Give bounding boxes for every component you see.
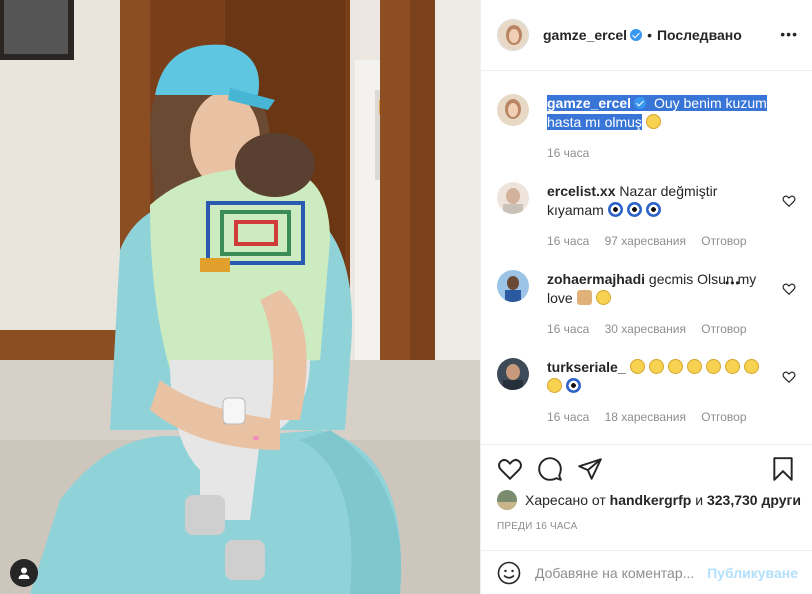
save-bookmark-icon[interactable] <box>770 456 796 482</box>
heart-eyes-emoji-icon <box>724 359 740 374</box>
comment-avatar[interactable] <box>497 358 529 390</box>
comments-list: gamze_ercel Ouy benim kuzum hasta mı olm… <box>481 72 812 444</box>
post-sidebar: gamze_ercel • Последвано ••• gamze_ercel… <box>480 0 812 594</box>
comment-bubble-icon[interactable] <box>537 456 563 482</box>
reply-button[interactable]: Отговор <box>701 322 746 336</box>
avatar-image <box>497 358 529 390</box>
comment-time[interactable]: 16 часа <box>547 234 589 248</box>
liker-username[interactable]: handkergrfp <box>610 492 692 508</box>
comment-item: ercelist.xx Nazar değmiştir kıyamam 16 ч… <box>497 182 796 252</box>
instagram-post-modal: gamze_ercel • Последвано ••• gamze_ercel… <box>0 0 812 594</box>
sad-face-emoji-icon <box>645 114 661 129</box>
praying-hands-emoji-icon <box>576 290 592 305</box>
emoji-picker-icon[interactable] <box>497 561 521 585</box>
comment-like-heart-icon[interactable] <box>782 282 796 296</box>
comment-item: zohaermajhadi gecmis Olsun my love ••• 1… <box>497 270 796 340</box>
comment-likes[interactable]: 97 харесвания <box>605 234 686 248</box>
post-date[interactable]: ПРЕДИ 16 ЧАСА <box>497 521 578 532</box>
verified-badge-icon <box>634 97 647 109</box>
photo-illustration <box>0 0 480 594</box>
caption-meta: 16 часа <box>547 146 601 160</box>
smiling-face-emoji-icon <box>648 359 664 374</box>
add-comment-bar: Добавяне на коментар... Публикуване <box>481 550 812 594</box>
post-header: gamze_ercel • Последвано ••• <box>481 0 812 71</box>
liker-avatar[interactable] <box>497 490 517 510</box>
comment-username[interactable]: turkseriale_ <box>547 359 626 375</box>
smiling-face-emoji-icon <box>667 359 683 374</box>
comment-likes[interactable]: 18 харесвания <box>605 410 686 424</box>
smiling-face-emoji-icon <box>686 359 702 374</box>
caption-item: gamze_ercel Ouy benim kuzum hasta mı olm… <box>497 94 796 164</box>
comment-item: turkseriale_ 16 часа 18 харесвания Отгов… <box>497 358 796 428</box>
heart-eyes-emoji-icon <box>705 359 721 374</box>
nazar-emoji-icon <box>626 202 642 217</box>
likes-joiner: и <box>695 492 704 508</box>
comment-like-heart-icon[interactable] <box>782 194 796 208</box>
post-photo[interactable] <box>0 0 480 594</box>
comment-likes[interactable]: 30 харесвания <box>605 322 686 336</box>
reply-button[interactable]: Отговор <box>701 234 746 248</box>
following-button[interactable]: Последвано <box>657 27 742 43</box>
comment-meta: 16 часа 97 харесвания Отговор <box>547 234 759 248</box>
author-username[interactable]: gamze_ercel <box>543 27 627 43</box>
person-icon <box>18 567 30 579</box>
comment-time[interactable]: 16 часа <box>547 322 589 336</box>
nazar-emoji-icon <box>566 378 581 393</box>
reply-button[interactable]: Отговор <box>701 410 746 424</box>
comment-username[interactable]: zohaermajhadi <box>547 271 645 287</box>
comment-meta: 16 часа 18 харесвания Отговор <box>547 410 759 424</box>
comment-input[interactable]: Добавяне на коментар... <box>535 565 707 581</box>
comment-time[interactable]: 16 часа <box>547 410 589 424</box>
tagged-users-button[interactable] <box>10 559 38 587</box>
avatar-image <box>498 20 528 50</box>
comment-more-options-icon[interactable]: ••• <box>725 276 741 290</box>
likes-count[interactable]: 323,730 други <box>707 492 801 508</box>
caption-avatar[interactable] <box>497 94 529 126</box>
comment-avatar[interactable] <box>497 270 529 302</box>
likes-summary: Харесано от handkergrfp и 323,730 други <box>497 490 801 510</box>
header-separator: • <box>647 27 652 43</box>
caption-username[interactable]: gamze_ercel <box>547 95 631 111</box>
heart-eyes-emoji-icon <box>743 359 759 374</box>
share-paper-plane-icon[interactable] <box>577 456 603 482</box>
verified-badge-icon <box>630 29 643 41</box>
like-heart-icon[interactable] <box>497 456 523 482</box>
comment-body: ercelist.xx Nazar değmiştir kıyamam <box>547 182 768 220</box>
post-actions <box>497 456 796 484</box>
avatar-image <box>497 182 529 214</box>
avatar-image <box>497 94 529 126</box>
publish-button[interactable]: Публикуване <box>707 565 798 581</box>
actions-divider <box>481 444 812 445</box>
nazar-emoji-icon <box>645 202 661 217</box>
crying-face-emoji-icon <box>595 290 611 305</box>
comment-body: turkseriale_ <box>547 358 768 396</box>
more-options-icon[interactable]: ••• <box>780 26 798 42</box>
comment-username[interactable]: ercelist.xx <box>547 183 616 199</box>
avatar-image <box>497 490 517 510</box>
comment-like-heart-icon[interactable] <box>782 370 796 384</box>
nazar-emoji-icon <box>607 202 623 217</box>
caption-body: gamze_ercel Ouy benim kuzum hasta mı olm… <box>547 94 796 132</box>
likes-prefix: Харесано от <box>525 492 606 508</box>
author-avatar[interactable] <box>497 19 529 51</box>
comment-meta: 16 часа 30 харесвания Отговор <box>547 322 759 336</box>
heart-eyes-emoji-icon <box>547 378 562 393</box>
avatar-image <box>497 270 529 302</box>
smiling-face-emoji-icon <box>629 359 645 374</box>
caption-time[interactable]: 16 часа <box>547 146 589 160</box>
comment-avatar[interactable] <box>497 182 529 214</box>
